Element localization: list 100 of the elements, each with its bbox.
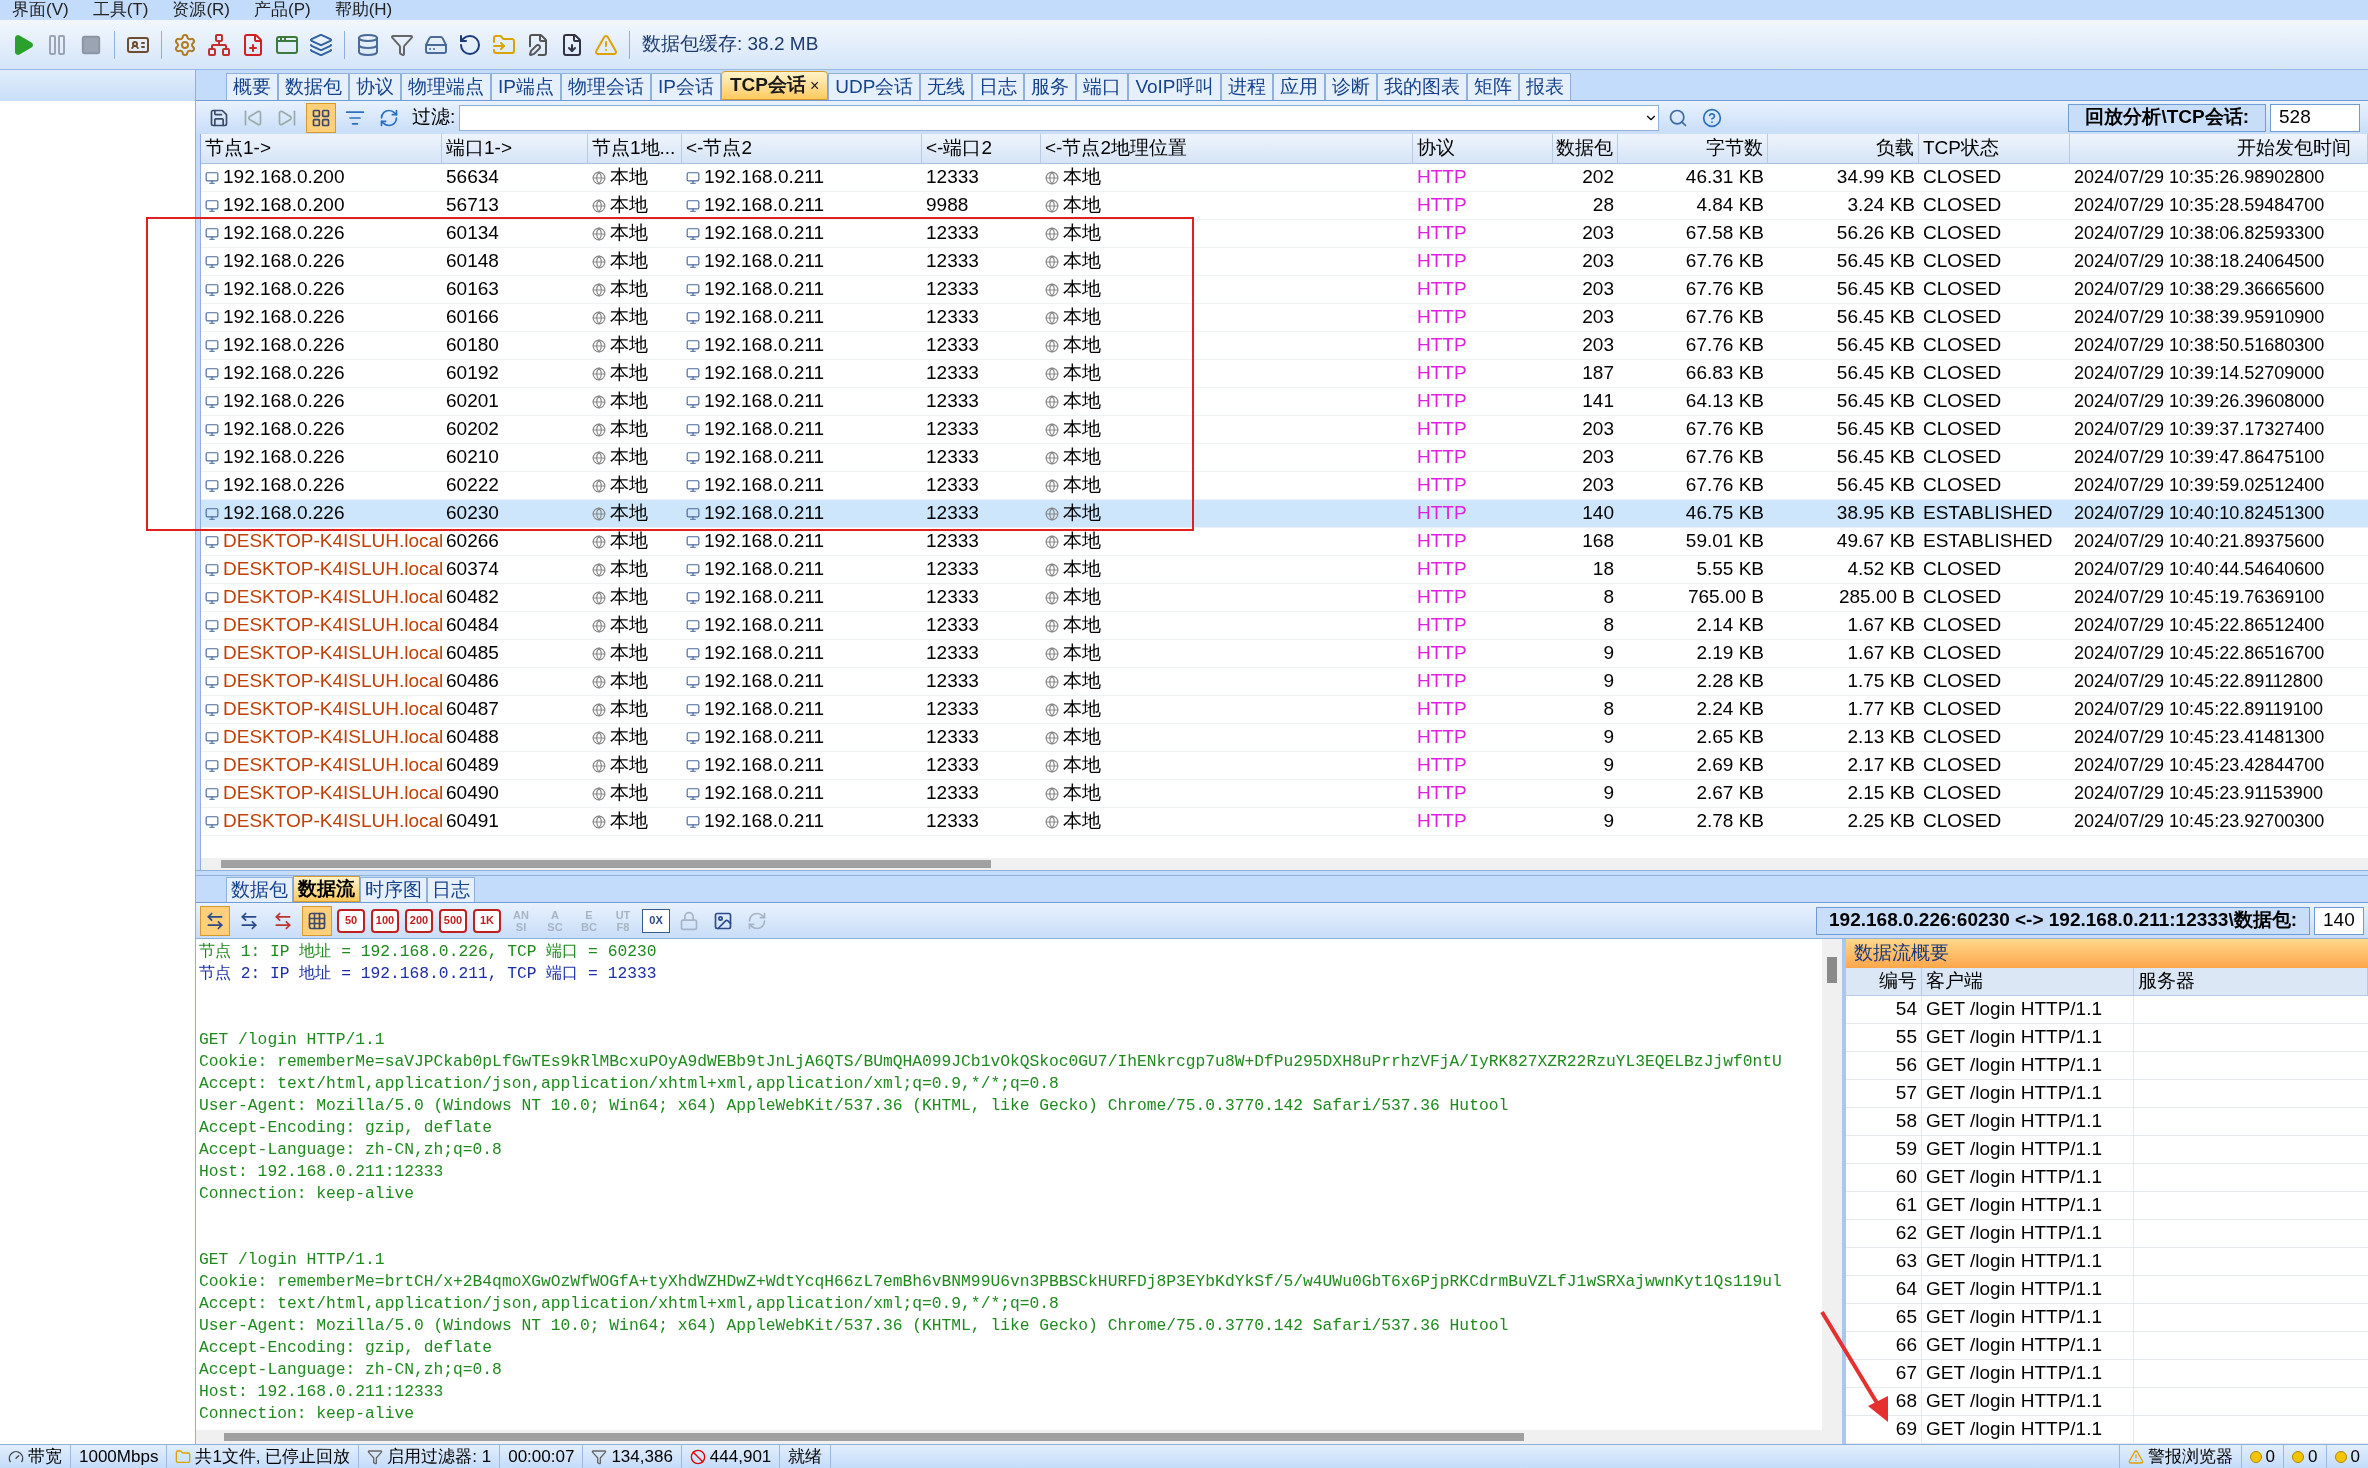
horizontal-scrollbar-icon[interactable] [221, 860, 991, 868]
table-row[interactable]: 192.168.0.226 60163 本地 192.168.0.211 12333 本地 HTTP 203 67.76 KB 56.45 KB CLOSED 2024/07/29 10:38:29.36665600 [201, 276, 2368, 304]
grid-icon [307, 910, 327, 931]
horizontal-scrollbar-icon[interactable] [224, 1433, 1524, 1441]
table-row[interactable]: 192.168.0.226 60180 本地 192.168.0.211 12333 本地 HTTP 203 67.76 KB 56.45 KB CLOSED 2024/07/29 10:38:50.51680300 [201, 332, 2368, 360]
view-tab[interactable]: 报表 [1518, 73, 1571, 100]
table-row[interactable]: 192.168.0.226 60192 本地 192.168.0.211 12333 本地 HTTP 187 66.83 KB 56.45 KB CLOSED 2024/07/29 10:39:14.52709000 [201, 360, 2368, 388]
column-header[interactable]: <-节点2 [682, 134, 922, 163]
column-header[interactable]: 协议 [1413, 134, 1553, 163]
grid-button[interactable] [306, 102, 336, 133]
column-header[interactable]: TCP状态 [1919, 134, 2070, 163]
view-tab[interactable]: IP端点 [491, 73, 561, 100]
table-row[interactable]: DESKTOP-K4ISLUH.local 60487 本地 192.168.0.211 12333 本地 HTTP 8 2.24 KB 1.77 KB CLOSED 2024/07/29 10:45:22.89119100 [201, 696, 2368, 724]
column-header[interactable]: <-端口2 [922, 134, 1041, 163]
table-row[interactable]: 192.168.0.226 60134 本地 192.168.0.211 12333 本地 HTTP 203 67.58 KB 56.26 KB CLOSED 2024/07/29 10:38:06.82593300 [201, 220, 2368, 248]
table-row[interactable]: DESKTOP-K4ISLUH.local 60486 本地 192.168.0.211 12333 本地 HTTP 9 2.28 KB 1.75 KB CLOSED 2024/07/29 10:45:22.89112800 [201, 668, 2368, 696]
view-tab[interactable]: 端口 [1076, 73, 1129, 100]
view-tab[interactable]: 服务 [1024, 73, 1077, 100]
view-tab[interactable]: IP会话 [650, 73, 721, 100]
view-tab[interactable]: TCP会话 × [720, 71, 829, 100]
table-row[interactable]: 192.168.0.226 60230 本地 192.168.0.211 12333 本地 HTTP 140 46.75 KB 38.95 KB ESTABLISHED 2024/07/29 10:40:10.82451300 [201, 500, 2368, 528]
table-row[interactable]: 192.168.0.226 60148 本地 192.168.0.211 12333 本地 HTTP 203 67.76 KB 56.45 KB CLOSED 2024/07/29 10:38:18.24064500 [201, 248, 2368, 276]
host-icon [205, 254, 219, 269]
status-text: 共1文件, 已停止回放 [195, 1445, 351, 1468]
status-text: 134,386 [611, 1445, 673, 1468]
table-row[interactable]: DESKTOP-K4ISLUH.local 60489 本地 192.168.0.211 12333 本地 HTTP 9 2.69 KB 2.17 KB CLOSED 2024/07/29 10:45:23.42844700 [201, 752, 2368, 780]
table-row[interactable]: 192.168.0.226 60201 本地 192.168.0.211 12333 本地 HTTP 141 64.13 KB 56.45 KB CLOSED 2024/07/29 10:39:26.39608000 [201, 388, 2368, 416]
table-row[interactable]: 192.168.0.226 60166 本地 192.168.0.211 12333 本地 HTTP 203 67.76 KB 56.45 KB CLOSED 2024/07/29 10:38:39.95910900 [201, 304, 2368, 332]
view-tab[interactable]: UDP会话 [828, 73, 921, 100]
size-button[interactable]: 1K [473, 908, 501, 933]
view-tab[interactable]: 时序图 [360, 877, 427, 902]
table-row[interactable]: 192.168.0.200 56713 本地 192.168.0.211 9988 本地 HTTP 28 4.84 KB 3.24 KB CLOSED 2024/07/29 10:35:28.59484700 [201, 192, 2368, 220]
menu-item[interactable]: 帮助(H) [334, 0, 393, 20]
menu-item[interactable]: 资源(R) [172, 0, 230, 20]
globe-icon [592, 394, 606, 409]
view-tab[interactable]: 日志 [972, 73, 1025, 100]
column-header[interactable]: 客户端 [1922, 968, 2134, 995]
table-row[interactable]: 192.168.0.200 56634 本地 192.168.0.211 12333 本地 HTTP 202 46.31 KB 34.99 KB CLOSED 2024/07/29 10:35:26.98902800 [201, 164, 2368, 192]
menu-item[interactable]: 工具(T) [92, 0, 149, 20]
vertical-scrollbar-icon[interactable] [1827, 957, 1837, 983]
host-icon [686, 674, 700, 689]
globe-icon [592, 170, 606, 185]
view-tab[interactable]: 概要 [226, 73, 278, 100]
table-cell-text: 12333 [926, 781, 979, 806]
table-cell-text: 67.58 KB [1685, 221, 1764, 246]
table-cell-text: HTTP [1417, 473, 1467, 498]
globe-icon [1045, 618, 1059, 633]
table-row[interactable]: DESKTOP-K4ISLUH.local 60482 本地 192.168.0.211 12333 本地 HTTP 8 765.00 B 285.00 B CLOSED 2024/07/29 10:45:19.76369100 [201, 584, 2368, 612]
table-row[interactable]: DESKTOP-K4ISLUH.local 60266 本地 192.168.0.211 12333 本地 HTTP 168 59.01 KB 49.67 KB ESTABLISHED 2024/07/29 10:40:21.89375600 [201, 528, 2368, 556]
view-tab[interactable]: 诊断 [1324, 73, 1377, 100]
globe-icon [592, 534, 606, 549]
view-tab[interactable]: 矩阵 [1466, 73, 1519, 100]
column-header[interactable]: 数据包 [1553, 134, 1618, 163]
column-header[interactable]: 字节数 [1618, 134, 1768, 163]
view-tab[interactable]: 我的图表 [1376, 73, 1467, 100]
globe-icon [1045, 226, 1059, 241]
table-cell-text: 2024/07/29 10:35:28.59484700 [2074, 194, 2325, 217]
column-header[interactable]: 负载 [1768, 134, 1919, 163]
view-tab[interactable]: 协议 [349, 73, 401, 100]
table-row[interactable]: 192.168.0.226 60210 本地 192.168.0.211 12333 本地 HTTP 203 67.76 KB 56.45 KB CLOSED 2024/07/29 10:39:47.86475100 [201, 444, 2368, 472]
view-tab[interactable]: 物理端点 [401, 73, 491, 100]
grid-button[interactable] [302, 905, 332, 936]
column-header[interactable]: 服务器 [2134, 968, 2368, 995]
table-row[interactable]: DESKTOP-K4ISLUH.local 60374 本地 192.168.0.211 12333 本地 HTTP 18 5.55 KB 4.52 KB CLOSED 2024/07/29 10:40:44.54640600 [201, 556, 2368, 584]
table-row[interactable]: 192.168.0.226 60202 本地 192.168.0.211 12333 本地 HTTP 203 67.76 KB 56.45 KB CLOSED 2024/07/29 10:39:37.17327400 [201, 416, 2368, 444]
filter-field[interactable] [459, 104, 1660, 131]
view-tab[interactable]: 物理会话 [560, 73, 651, 100]
menu-item[interactable]: 界面(V) [12, 0, 69, 20]
view-tab[interactable]: 数据包 [226, 877, 293, 902]
table-row[interactable]: DESKTOP-K4ISLUH.local 60488 本地 192.168.0.211 12333 本地 HTTP 9 2.65 KB 2.13 KB CLOSED 2024/07/29 10:45:23.41481300 [201, 724, 2368, 752]
table-row[interactable]: DESKTOP-K4ISLUH.local 60484 本地 192.168.0.211 12333 本地 HTTP 8 2.14 KB 1.67 KB CLOSED 2024/07/29 10:45:22.86512400 [201, 612, 2368, 640]
view-tab[interactable]: 应用 [1272, 73, 1325, 100]
column-header[interactable]: <-节点2地理位置 [1041, 134, 1413, 163]
table-cell-text: 本地 [1063, 333, 1101, 358]
size-button[interactable]: 200 [405, 908, 433, 933]
size-button[interactable]: 500 [439, 908, 467, 933]
globe-icon [1045, 534, 1059, 549]
hex-button[interactable]: 0X [642, 908, 670, 933]
column-header[interactable]: 节点1地... [588, 134, 682, 163]
both-directions-button[interactable] [200, 905, 230, 936]
view-tab[interactable]: VoIP呼叫 [1128, 73, 1221, 100]
host-icon [205, 338, 219, 353]
view-tab[interactable]: 数据流 [293, 876, 360, 902]
column-header[interactable]: 端口1-> [442, 134, 588, 163]
table-cell-text: 12333 [926, 529, 979, 554]
column-header[interactable]: 开始发包时间 [2070, 134, 2368, 163]
table-cell-text: 192.168.0.226 [223, 249, 345, 274]
column-header[interactable]: 节点1-> [201, 134, 442, 163]
table-row[interactable]: DESKTOP-K4ISLUH.local 60491 本地 192.168.0.211 12333 本地 HTTP 9 2.78 KB 2.25 KB CLOSED 2024/07/29 10:45:23.92700300 [201, 808, 2368, 836]
tab-close-button[interactable]: × [809, 73, 820, 98]
view-tab[interactable]: 无线 [920, 73, 973, 100]
size-button[interactable]: 50 [337, 908, 365, 933]
menu-item[interactable]: 产品(P) [254, 0, 311, 20]
view-tab[interactable]: 日志 [427, 877, 475, 902]
table-row[interactable]: DESKTOP-K4ISLUH.local 60485 本地 192.168.0.211 12333 本地 HTTP 9 2.19 KB 1.67 KB CLOSED 2024/07/29 10:45:22.86516700 [201, 640, 2368, 668]
table-row[interactable]: DESKTOP-K4ISLUH.local 60490 本地 192.168.0.211 12333 本地 HTTP 9 2.67 KB 2.15 KB CLOSED 2024/07/29 10:45:23.91153900 [201, 780, 2368, 808]
view-tab[interactable]: 数据包 [278, 73, 349, 100]
size-button[interactable]: 100 [371, 908, 399, 933]
view-tab[interactable]: 进程 [1220, 73, 1273, 100]
column-header[interactable]: 编号 [1846, 968, 1922, 995]
